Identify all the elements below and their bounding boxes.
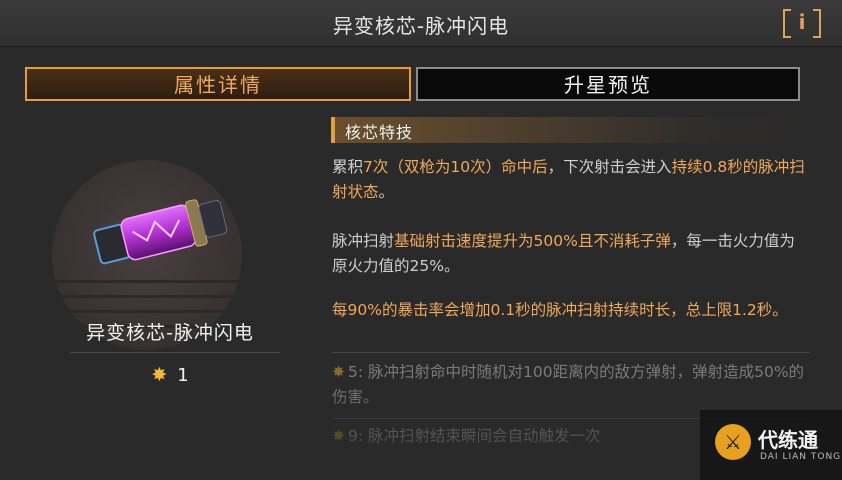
desc-text: ，下次射击会进入 xyxy=(547,158,672,176)
title-bar: 异变核芯-脉冲闪电 i xyxy=(0,0,842,47)
divider xyxy=(70,352,280,353)
desc-text: 累积 xyxy=(332,158,364,176)
desc-highlight: 基础射击速度提升为500%且不消耗子弹 xyxy=(394,232,671,250)
star-bonus-5: ✸ 5: 脉冲扫射命中时随机对100距离内的敌方弹射，弹射造成50%的伤害。 xyxy=(332,360,810,410)
star-bonus-text: 5: 脉冲扫射命中时随机对100距离内的敌方弹射，弹射造成50%的伤害。 xyxy=(332,363,805,406)
description-paragraph-1: 累积7次（双枪为10次）命中后，下次射击会进入持续0.8秒的脉冲扫射状态。 xyxy=(332,155,810,205)
tab-attributes[interactable]: 属性详情 xyxy=(25,67,411,101)
item-panel: 异变核芯-脉冲闪电 ✸ 1 xyxy=(20,110,320,480)
desc-highlight: 7次（双枪为10次）命中后 xyxy=(363,158,548,176)
star-level: ✸ 1 xyxy=(20,364,320,386)
section-title: 核芯特技 xyxy=(345,123,414,142)
desc-text: 脉冲扫射 xyxy=(332,232,395,250)
description-paragraph-2: 脉冲扫射基础射击速度提升为500%且不消耗子弹，每一击火力值为原火力值的25%。 xyxy=(332,229,810,279)
star-icon: ✸ xyxy=(151,364,168,386)
star-icon: ✸ xyxy=(332,363,345,381)
star-count: 1 xyxy=(177,365,189,386)
info-button[interactable]: i xyxy=(783,9,821,38)
section-header: 核芯特技 xyxy=(331,117,815,143)
star-icon: ✸ xyxy=(332,427,345,445)
tab-star-preview[interactable]: 升星预览 xyxy=(416,67,800,101)
watermark-name: 代练通 xyxy=(758,428,818,452)
description-paragraph-3: 每90%的暴击率会增加0.1秒的脉冲扫射持续时长，总上限1.2秒。 xyxy=(332,301,788,319)
core-item-icon xyxy=(93,199,228,265)
logo-icon: ⚔ xyxy=(715,424,751,460)
page-title: 异变核芯-脉冲闪电 xyxy=(332,14,510,38)
divider xyxy=(332,352,810,353)
star-bonus-text: 9: 脉冲扫射结束瞬间会自动触发一次 xyxy=(348,427,601,445)
watermark-logo: ⚔ 代练通 DAI LIAN TONG xyxy=(700,410,842,480)
desc-text: 。 xyxy=(378,183,395,201)
watermark-sub: DAI LIAN TONG xyxy=(760,452,842,462)
item-name: 异变核芯-脉冲闪电 xyxy=(86,322,254,344)
